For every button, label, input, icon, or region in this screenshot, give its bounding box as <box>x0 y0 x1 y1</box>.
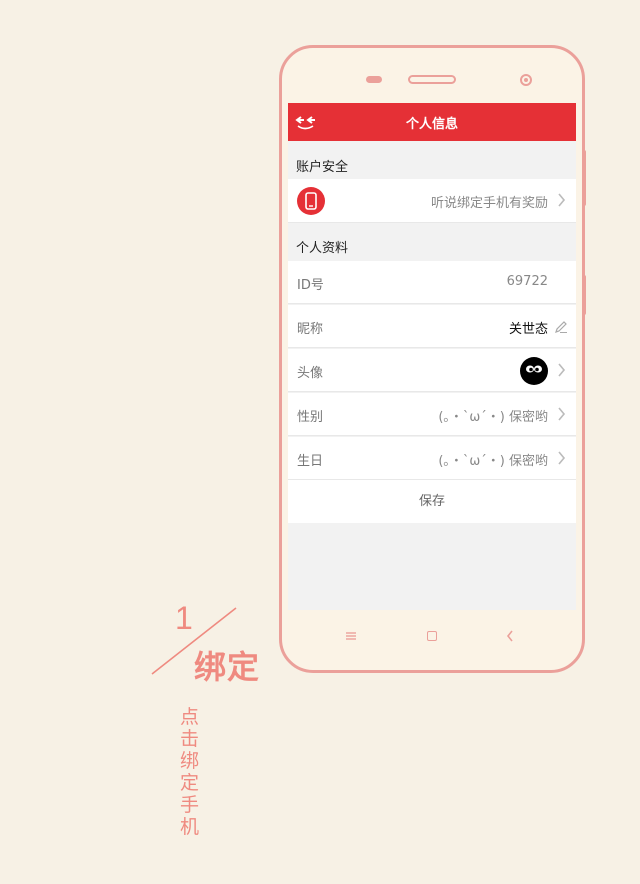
section-account-security: 账户安全 <box>296 160 349 175</box>
chevron-right-icon <box>558 193 566 207</box>
phone-icon <box>297 187 325 215</box>
birthday-label: 生日 <box>297 454 324 469</box>
avatar-label: 头像 <box>297 366 324 381</box>
id-value: 69722 <box>506 274 548 289</box>
pencil-icon[interactable] <box>554 320 568 334</box>
gender-row[interactable]: 性别 (｡・`ω´・) 保密哟 <box>288 393 576 436</box>
nav-back-icon[interactable] <box>506 630 514 642</box>
save-button[interactable]: 保存 <box>288 480 576 523</box>
gender-label: 性别 <box>297 410 324 425</box>
app-screen: 个人信息 账户安全 听说绑定手机有奖励 个人资料 ID号 69722 昵称 关世… <box>288 103 576 610</box>
birthday-value: (｡・`ω´・) 保密哟 <box>438 454 548 469</box>
avatar-row[interactable]: 头像 <box>288 349 576 392</box>
chevron-right-icon <box>558 407 566 421</box>
front-camera <box>520 74 532 86</box>
birthday-row[interactable]: 生日 (｡・`ω´・) 保密哟 <box>288 437 576 480</box>
volume-button <box>582 150 586 206</box>
page-title: 个人信息 <box>405 117 458 132</box>
bind-phone-row[interactable]: 听说绑定手机有奖励 <box>288 179 576 223</box>
nickname-label: 昵称 <box>297 322 324 337</box>
avatar <box>520 357 548 385</box>
step-title: 绑定 <box>194 648 261 686</box>
speaker-grill <box>408 75 456 84</box>
top-bar: 个人信息 <box>288 103 576 141</box>
home-icon[interactable] <box>427 631 437 641</box>
section-personal-profile: 个人资料 <box>296 241 349 256</box>
id-label: ID号 <box>297 278 324 293</box>
nickname-row[interactable]: 昵称 关世态 <box>288 305 576 348</box>
nickname-value: 关世态 <box>508 322 548 337</box>
power-button <box>582 275 586 315</box>
bind-phone-hint: 听说绑定手机有奖励 <box>430 196 548 211</box>
sensor <box>366 76 382 83</box>
step-description: 点击绑定手机 <box>180 706 200 838</box>
menu-icon[interactable] <box>346 632 356 640</box>
id-row: ID号 69722 <box>288 261 576 304</box>
nav-bar <box>288 610 576 660</box>
gender-value: (｡・`ω´・) 保密哟 <box>438 410 548 425</box>
chevron-right-icon <box>558 451 566 465</box>
chevron-right-icon <box>558 363 566 377</box>
